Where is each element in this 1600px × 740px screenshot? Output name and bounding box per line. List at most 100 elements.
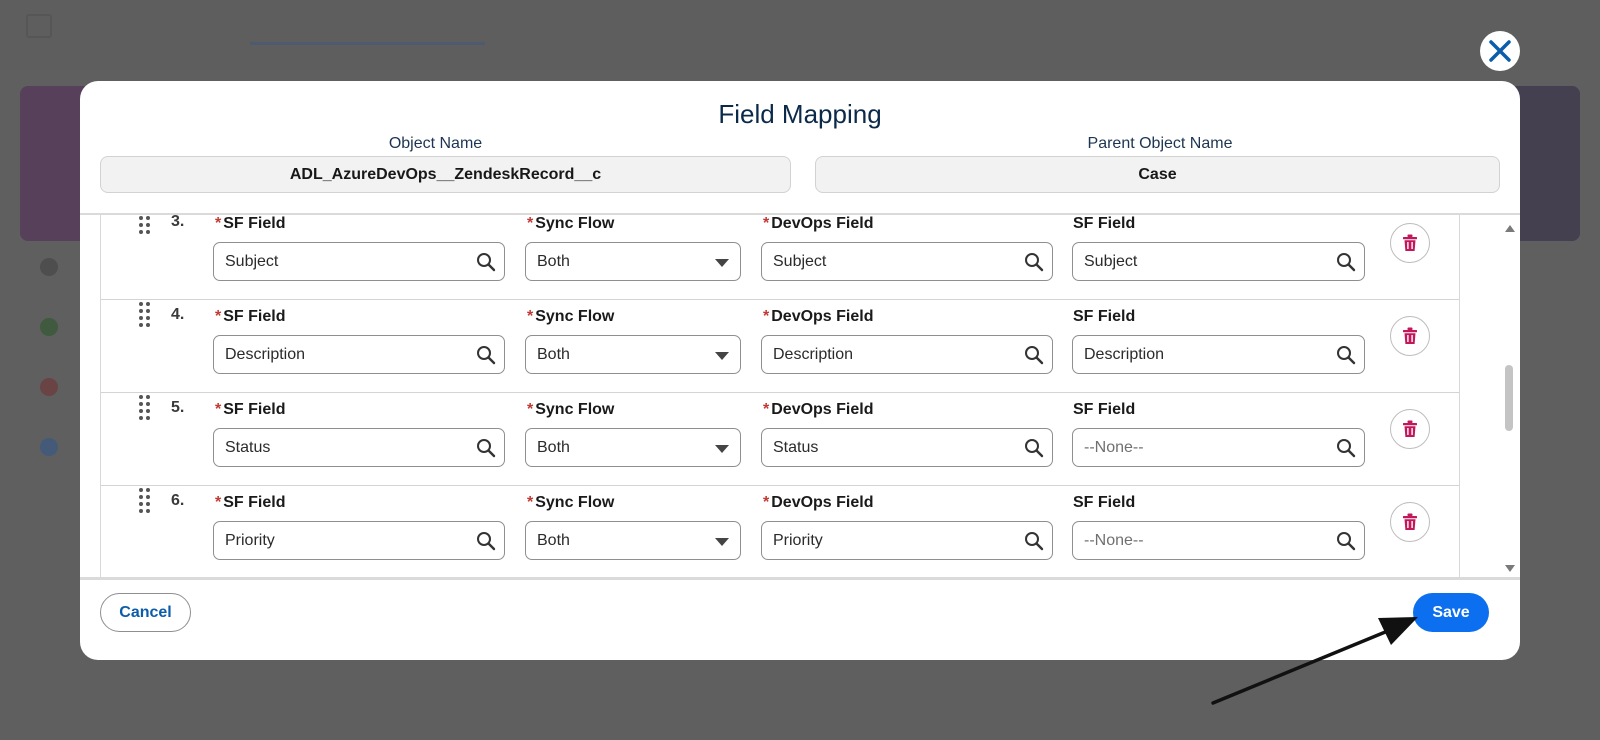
search-icon bbox=[477, 346, 496, 365]
sf-field-secondary-input[interactable]: --None-- bbox=[1072, 428, 1365, 467]
sf-field-secondary-label: SF Field bbox=[1073, 308, 1136, 325]
row-number: 3. bbox=[171, 215, 185, 230]
required-marker: * bbox=[763, 308, 770, 325]
sf-field-input[interactable]: Subject bbox=[213, 242, 505, 281]
devops-field-input[interactable]: Description bbox=[761, 335, 1053, 374]
background-icon bbox=[40, 438, 58, 456]
delete-row-button[interactable] bbox=[1390, 223, 1430, 263]
search-icon bbox=[1337, 532, 1356, 551]
drag-handle-icon[interactable] bbox=[139, 488, 153, 514]
search-icon bbox=[1025, 253, 1044, 272]
sf-field-secondary-label: SF Field bbox=[1073, 494, 1136, 511]
sync-flow-label: * Sync Flow bbox=[527, 401, 615, 418]
mapping-row: 4. * SF Field Description * Sync Flow Both * Dev… bbox=[101, 298, 1459, 393]
drag-handle-icon[interactable] bbox=[139, 302, 153, 328]
search-icon bbox=[477, 439, 496, 458]
trash-icon bbox=[1403, 513, 1417, 530]
mapping-row: 6. * SF Field Priority * Sync Flow Both * DevOps… bbox=[101, 484, 1459, 577]
sync-flow-label: * Sync Flow bbox=[527, 215, 615, 232]
sf-field-secondary-input[interactable]: Subject bbox=[1072, 242, 1365, 281]
sync-flow-select[interactable]: Both bbox=[525, 242, 741, 281]
drag-handle-icon[interactable] bbox=[139, 395, 153, 421]
object-name-field: ADL_AzureDevOps__ZendeskRecord__c bbox=[100, 156, 791, 193]
mapping-list[interactable]: 3. * SF Field Subject * Sync Flow Both * DevOps … bbox=[100, 215, 1460, 577]
required-marker: * bbox=[527, 215, 534, 232]
chevron-down-icon bbox=[715, 352, 729, 360]
sf-field-secondary-label: SF Field bbox=[1073, 401, 1136, 418]
sf-field-label: * SF Field bbox=[215, 494, 286, 511]
background-icon bbox=[40, 318, 58, 336]
search-icon bbox=[477, 253, 496, 272]
scrollbar[interactable] bbox=[1500, 215, 1520, 577]
required-marker: * bbox=[215, 215, 222, 232]
devops-field-label: * DevOps Field bbox=[763, 308, 874, 325]
sync-flow-select[interactable]: Both bbox=[525, 335, 741, 374]
background-icon bbox=[40, 258, 58, 276]
required-marker: * bbox=[527, 494, 534, 511]
scroll-up-arrow[interactable] bbox=[1505, 225, 1515, 232]
sf-field-input[interactable]: Priority bbox=[213, 521, 505, 560]
sync-flow-select[interactable]: Both bbox=[525, 521, 741, 560]
search-icon bbox=[1337, 253, 1356, 272]
row-number: 6. bbox=[171, 492, 185, 509]
required-marker: * bbox=[215, 308, 222, 325]
object-name-label: Object Name bbox=[388, 135, 483, 152]
field-mapping-modal: Field Mapping Object Name ADL_AzureDevOp… bbox=[80, 81, 1520, 660]
search-icon bbox=[1025, 439, 1044, 458]
cancel-button[interactable]: Cancel bbox=[100, 593, 191, 632]
background-icon bbox=[40, 378, 58, 396]
row-number: 5. bbox=[171, 399, 185, 416]
chevron-down-icon bbox=[715, 538, 729, 546]
devops-field-label: * DevOps Field bbox=[763, 401, 874, 418]
sf-field-label: * SF Field bbox=[215, 308, 286, 325]
required-marker: * bbox=[215, 494, 222, 511]
sf-field-input[interactable]: Description bbox=[213, 335, 505, 374]
list-divider bbox=[80, 577, 1520, 580]
sf-field-input[interactable]: Status bbox=[213, 428, 505, 467]
search-icon bbox=[1337, 346, 1356, 365]
devops-field-input[interactable]: Status bbox=[761, 428, 1053, 467]
required-marker: * bbox=[527, 308, 534, 325]
sync-flow-label: * Sync Flow bbox=[527, 308, 615, 325]
app-header bbox=[0, 0, 1600, 70]
sf-field-secondary-input[interactable]: Description bbox=[1072, 335, 1365, 374]
search-icon bbox=[1025, 346, 1044, 365]
trash-icon bbox=[1403, 327, 1417, 344]
mapping-row: 5. * SF Field Status * Sync Flow Both * DevOps F… bbox=[101, 391, 1459, 486]
sync-flow-select[interactable]: Both bbox=[525, 428, 741, 467]
menu-icon bbox=[26, 14, 52, 38]
devops-field-input[interactable]: Subject bbox=[761, 242, 1053, 281]
devops-field-label: * DevOps Field bbox=[763, 494, 874, 511]
devops-field-input[interactable]: Priority bbox=[761, 521, 1053, 560]
required-marker: * bbox=[763, 215, 770, 232]
delete-row-button[interactable] bbox=[1390, 502, 1430, 542]
delete-row-button[interactable] bbox=[1390, 409, 1430, 449]
sf-field-label: * SF Field bbox=[215, 401, 286, 418]
required-marker: * bbox=[763, 401, 770, 418]
row-number: 4. bbox=[171, 306, 185, 323]
scroll-down-arrow[interactable] bbox=[1505, 565, 1515, 572]
devops-field-label: * DevOps Field bbox=[763, 215, 874, 232]
delete-row-button[interactable] bbox=[1390, 316, 1430, 356]
search-icon bbox=[1337, 439, 1356, 458]
trash-icon bbox=[1403, 234, 1417, 251]
sf-field-secondary-input[interactable]: --None-- bbox=[1072, 521, 1365, 560]
parent-object-name-field: Case bbox=[815, 156, 1500, 193]
close-button[interactable] bbox=[1480, 31, 1520, 71]
search-icon bbox=[1025, 532, 1044, 551]
scrollbar-thumb[interactable] bbox=[1505, 365, 1513, 431]
sync-flow-label: * Sync Flow bbox=[527, 494, 615, 511]
active-tab-underline bbox=[250, 42, 485, 45]
required-marker: * bbox=[215, 401, 222, 418]
modal-title: Field Mapping bbox=[718, 99, 882, 129]
required-marker: * bbox=[527, 401, 534, 418]
sf-field-label: * SF Field bbox=[215, 215, 286, 232]
required-marker: * bbox=[763, 494, 770, 511]
sf-field-secondary-label: SF Field bbox=[1073, 215, 1136, 232]
mapping-row: 3. * SF Field Subject * Sync Flow Both * DevOps … bbox=[101, 215, 1459, 300]
trash-icon bbox=[1403, 420, 1417, 437]
parent-object-name-label: Parent Object Name bbox=[1087, 135, 1233, 152]
save-button[interactable]: Save bbox=[1413, 593, 1489, 632]
drag-handle-icon[interactable] bbox=[139, 215, 153, 235]
chevron-down-icon bbox=[715, 445, 729, 453]
